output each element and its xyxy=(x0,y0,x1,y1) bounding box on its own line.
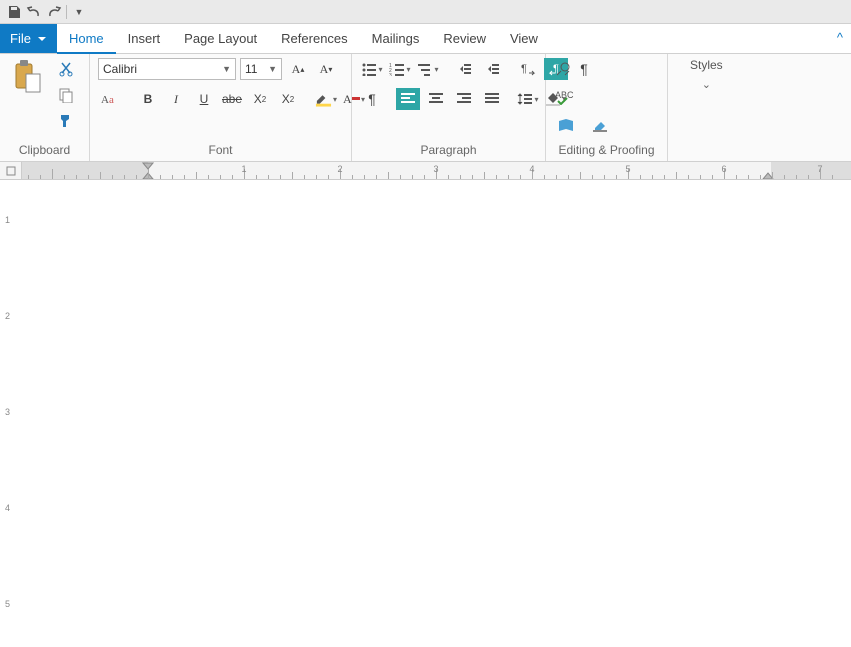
group-font: Calibri▼ 11▼ A▴ A▾ Aa B I U abe X2 X2 ▾ … xyxy=(90,54,352,161)
tab-review[interactable]: Review xyxy=(431,24,498,53)
thesaurus-button[interactable] xyxy=(554,114,578,136)
chevron-down-icon: ⌄ xyxy=(702,78,711,91)
svg-text:A: A xyxy=(101,94,109,106)
bullets-button[interactable]: ▾ xyxy=(360,58,384,80)
group-label-editing: Editing & Proofing xyxy=(554,141,659,159)
tab-mailings[interactable]: Mailings xyxy=(360,24,432,53)
file-tab[interactable]: File xyxy=(0,24,57,53)
font-size-value: 11 xyxy=(245,62,257,76)
ruler-number: 3 xyxy=(5,407,10,417)
grow-font-button[interactable]: A▴ xyxy=(286,58,310,80)
chevron-down-icon xyxy=(37,34,47,44)
ruler-number: 7 xyxy=(817,164,822,174)
ruler-number: 1 xyxy=(5,215,10,225)
ruler-corner xyxy=(0,162,22,180)
spellcheck-button[interactable]: ABC xyxy=(554,86,578,108)
font-family-combo[interactable]: Calibri ▼ xyxy=(98,58,236,80)
line-spacing-button[interactable]: ▾ xyxy=(516,88,540,110)
group-label-font: Font xyxy=(98,141,343,159)
ribbon-tabs: File Home Insert Page Layout References … xyxy=(0,24,851,54)
ruler-number: 4 xyxy=(529,164,534,174)
quick-access-toolbar: ▼ xyxy=(0,0,851,24)
tab-home[interactable]: Home xyxy=(57,24,116,54)
ruler-number: 5 xyxy=(625,164,630,174)
file-tab-label: File xyxy=(10,31,31,46)
qat-dropdown-icon[interactable]: ▼ xyxy=(69,2,89,22)
bold-button[interactable]: B xyxy=(136,88,160,110)
styles-dropdown[interactable]: Styles ⌄ xyxy=(676,58,737,91)
eraser-button[interactable] xyxy=(588,114,612,136)
paragraph-mark-button[interactable]: ¶ xyxy=(360,88,384,110)
group-label-paragraph: Paragraph xyxy=(360,141,537,159)
clear-formatting-button[interactable]: Aa xyxy=(98,88,122,110)
numbering-button[interactable]: 123▾ xyxy=(388,58,412,80)
increase-indent-button[interactable] xyxy=(480,58,504,80)
ruler-number: 1 xyxy=(241,164,246,174)
italic-button[interactable]: I xyxy=(164,88,188,110)
shrink-font-button[interactable]: A▾ xyxy=(314,58,338,80)
underline-button[interactable]: U xyxy=(192,88,216,110)
svg-text:3: 3 xyxy=(389,73,392,76)
ruler-number: 2 xyxy=(5,311,10,321)
tab-references[interactable]: References xyxy=(269,24,359,53)
save-icon[interactable] xyxy=(4,2,24,22)
tab-insert[interactable]: Insert xyxy=(116,24,173,53)
chevron-down-icon: ▼ xyxy=(222,64,231,74)
separator xyxy=(66,5,67,19)
svg-text:¶: ¶ xyxy=(521,63,527,75)
multilevel-list-button[interactable]: ▾ xyxy=(416,58,440,80)
find-button[interactable] xyxy=(554,58,572,80)
superscript-button[interactable]: X2 xyxy=(276,88,300,110)
font-size-combo[interactable]: 11 ▼ xyxy=(240,58,282,80)
group-styles: Styles ⌄ xyxy=(668,54,745,161)
highlight-button[interactable]: ▾ xyxy=(314,88,338,110)
chevron-down-icon: ▼ xyxy=(268,64,277,74)
undo-icon[interactable] xyxy=(24,2,44,22)
cut-button[interactable] xyxy=(54,58,78,80)
align-center-button[interactable] xyxy=(424,88,448,110)
ruler-number: 6 xyxy=(721,164,726,174)
ruler-number: 2 xyxy=(337,164,342,174)
help-icon[interactable]: ^ xyxy=(837,30,843,45)
strikethrough-button[interactable]: abe xyxy=(220,88,244,110)
ruler-number: 5 xyxy=(5,599,10,609)
ruler-number: 3 xyxy=(433,164,438,174)
svg-text:ABC: ABC xyxy=(555,90,574,100)
align-right-button[interactable] xyxy=(452,88,476,110)
ltr-button[interactable]: ¶ xyxy=(516,58,540,80)
group-editing: ABC Editing & Proofing xyxy=(546,54,668,161)
justify-button[interactable] xyxy=(480,88,504,110)
svg-text:a: a xyxy=(109,94,114,106)
tab-page-layout[interactable]: Page Layout xyxy=(172,24,269,53)
group-label-clipboard: Clipboard xyxy=(8,141,81,159)
font-family-value: Calibri xyxy=(103,62,137,76)
ribbon: Clipboard Calibri▼ 11▼ A▴ A▾ Aa B I U ab… xyxy=(0,54,851,162)
editor-stage: 1234567 12345 Different Views Use a stan… xyxy=(0,162,851,180)
tab-view[interactable]: View xyxy=(498,24,550,53)
group-paragraph: ▾ 123▾ ▾ ¶ ¶ ¶ ¶ ▾ ▾ xyxy=(352,54,546,161)
horizontal-ruler[interactable]: 1 2 3 4 5 6 7 xyxy=(22,162,851,180)
styles-label: Styles xyxy=(690,58,723,72)
group-clipboard: Clipboard xyxy=(0,54,90,161)
align-left-button[interactable] xyxy=(396,88,420,110)
format-painter-button[interactable] xyxy=(54,110,78,132)
redo-icon[interactable] xyxy=(44,2,64,22)
decrease-indent-button[interactable] xyxy=(452,58,476,80)
ruler-number: 4 xyxy=(5,503,10,513)
subscript-button[interactable]: X2 xyxy=(248,88,272,110)
paste-button[interactable] xyxy=(8,58,48,98)
copy-button[interactable] xyxy=(54,84,78,106)
